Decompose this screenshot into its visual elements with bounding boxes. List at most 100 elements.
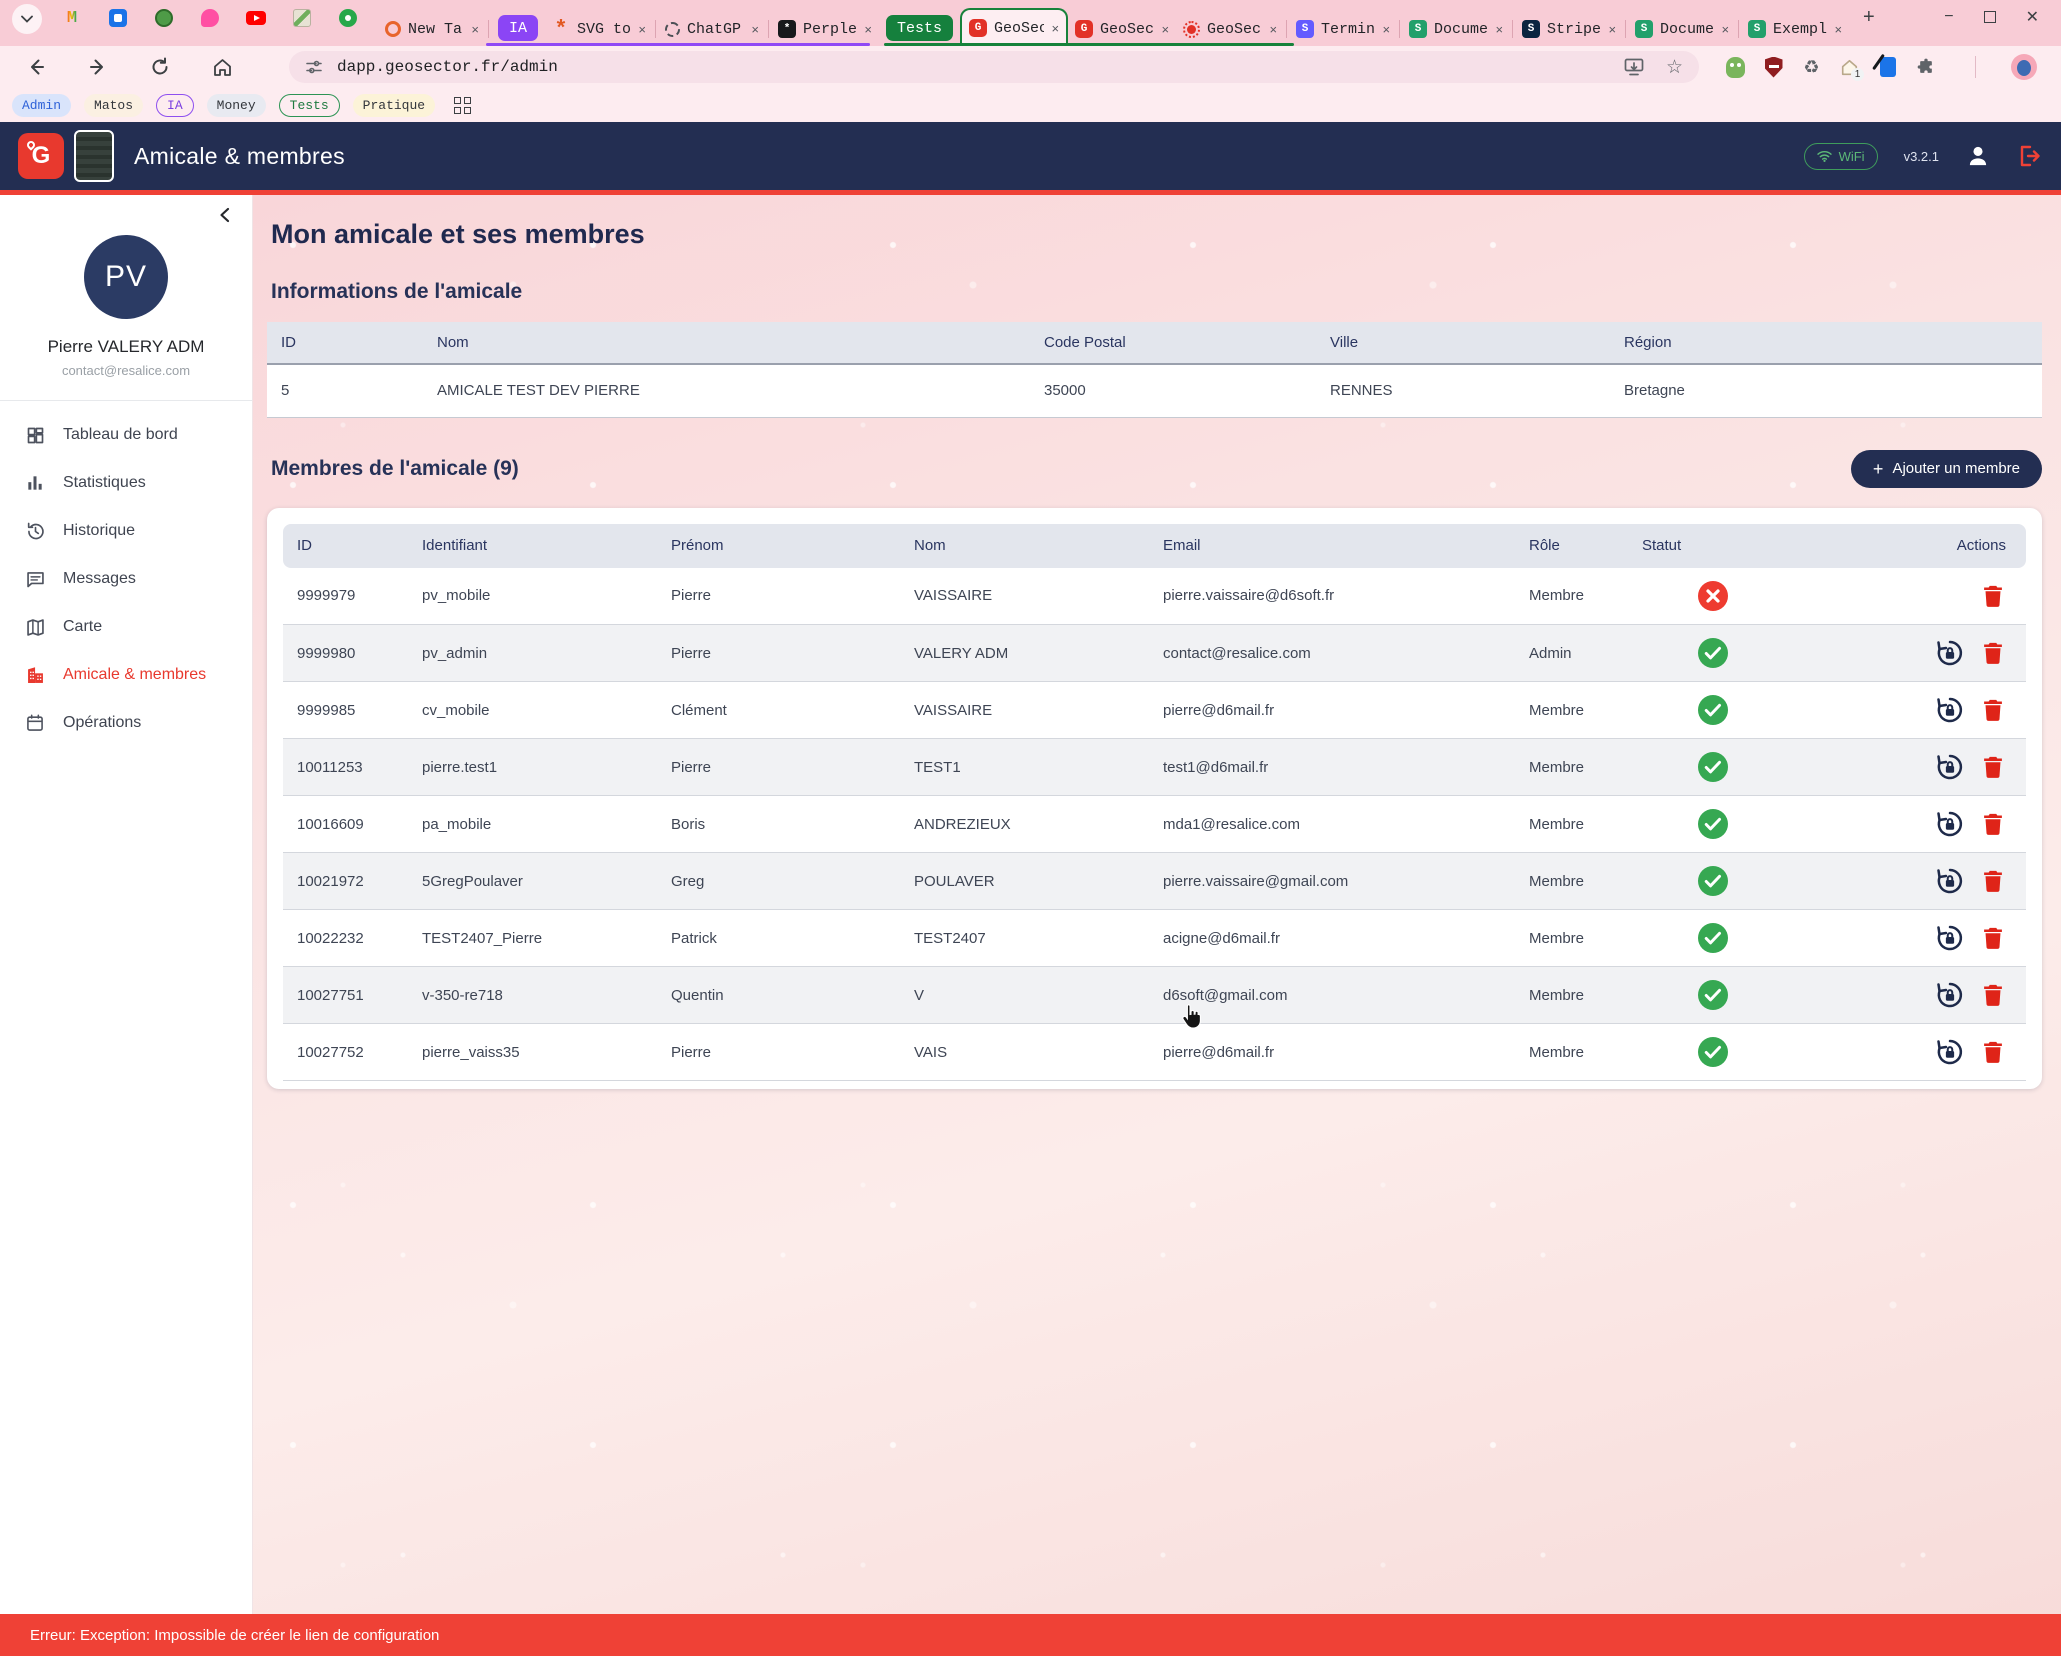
status-active-icon [1698,923,1728,953]
add-member-button[interactable]: + Ajouter un membre [1851,450,2042,488]
tab-close-icon[interactable]: × [471,22,479,37]
pen-extension-icon[interactable] [1877,57,1898,78]
browser-profile-avatar[interactable] [2011,54,2037,80]
tab-geosector-2[interactable]: G GeoSec × [1068,12,1176,46]
tab-documentation-2[interactable]: S Docume × [1628,12,1736,46]
avatar: PV [84,235,168,319]
bookmark-star-icon[interactable]: ☆ [1666,56,1683,79]
delete-member-button[interactable] [1980,640,2006,666]
minimize-button[interactable]: − [1944,8,1953,26]
maximize-button[interactable] [1984,11,1996,23]
tab-close-icon[interactable]: × [1161,22,1169,37]
delete-member-button[interactable] [1980,754,2006,780]
back-button[interactable] [26,57,46,77]
tab-close-icon[interactable]: × [864,22,872,37]
bookmark-money[interactable]: Money [207,94,266,117]
sidebar-collapse-icon[interactable] [219,207,230,223]
col-actions: Actions [1798,524,2026,568]
tab-close-icon[interactable]: × [1382,22,1390,37]
bookmark-matos[interactable]: Matos [84,94,143,117]
install-app-icon[interactable] [1624,58,1644,76]
bookmark-ia[interactable]: IA [156,94,194,117]
sidebar-item-historique[interactable]: Historique [0,507,252,555]
tab-group-ia[interactable]: IA [498,15,538,41]
reset-password-button[interactable] [1935,695,1965,725]
tab-close-icon[interactable]: × [638,22,646,37]
col-email: Email [1149,524,1515,568]
status-active-icon [1698,695,1728,725]
tab-svg-to[interactable]: * SVG to × [545,12,653,46]
nature-pinned-tab-icon[interactable] [154,8,174,28]
tab-terminal-docs[interactable]: S Termin × [1289,12,1397,46]
forward-button[interactable] [88,57,108,77]
ghostery-extension-icon[interactable] [1725,57,1746,78]
extensions-puzzle-icon[interactable] [1915,57,1936,78]
bookmark-pratique[interactable]: Pratique [353,94,435,117]
table-row: 10021972 5GregPoulaver Greg POULAVER pie… [283,853,2026,910]
bookmark-admin[interactable]: Admin [12,94,71,117]
tab-perplexity[interactable]: * Perple × [771,12,879,46]
reset-password-button[interactable] [1935,980,1965,1010]
reset-password-button[interactable] [1935,923,1965,953]
address-bar[interactable]: dapp.geosector.fr/admin ☆ [289,51,1699,83]
tab-documentation-1[interactable]: S Docume × [1402,12,1510,46]
tab-close-icon[interactable]: × [1834,22,1842,37]
tab-group-tests[interactable]: Tests [886,15,953,41]
site-settings-icon[interactable] [305,58,323,76]
sidebar-item-statistiques[interactable]: Statistiques [0,459,252,507]
delete-member-button[interactable] [1980,697,2006,723]
tab-close-icon[interactable]: × [1051,21,1059,36]
col-nom: Nom [900,524,1149,568]
tab-geosector-3[interactable]: GeoSec × [1176,12,1284,46]
youtube-pinned-tab-icon[interactable] [246,8,266,28]
s-blue-favicon: S [1296,20,1314,38]
reset-password-button[interactable] [1935,809,1965,839]
tab-exemple[interactable]: S Exempl × [1741,12,1849,46]
recycle-extension-icon[interactable]: ♻ [1801,57,1822,78]
bookmark-apps-grid-icon[interactable] [454,97,471,114]
delete-member-button[interactable] [1980,982,2006,1008]
design-pinned-tab-icon[interactable] [200,8,220,28]
table-row: 9999979 pv_mobile Pierre VAISSAIRE pierr… [283,568,2026,625]
delete-member-button[interactable] [1980,925,2006,951]
bookmark-tests[interactable]: Tests [279,94,340,117]
tab-close-icon[interactable]: × [751,22,759,37]
sidebar-item-operations[interactable]: Opérations [0,699,252,747]
delete-member-button[interactable] [1980,868,2006,894]
tab-stripe[interactable]: S Stripe × [1515,12,1623,46]
reload-button[interactable] [150,57,170,77]
tab-close-icon[interactable]: × [1495,22,1503,37]
sidebar-item-carte[interactable]: Carte [0,603,252,651]
status-active-icon [1698,1037,1728,1067]
sidebar-item-messages[interactable]: Messages [0,555,252,603]
delete-member-button[interactable] [1980,583,2006,609]
tab-new-tab[interactable]: New Ta × [378,12,486,46]
messenger-pinned-tab-icon[interactable] [338,8,358,28]
delete-member-button[interactable] [1980,1039,2006,1065]
new-tab-button[interactable]: + [1863,6,1875,29]
logout-icon[interactable] [2017,144,2043,168]
adblock-shield-extension-icon[interactable] [1763,57,1784,78]
sidebar-item-amicale-membres[interactable]: Amicale & membres [0,651,252,699]
window-close-button[interactable]: ✕ [2026,7,2039,27]
tab-close-icon[interactable]: × [1721,22,1729,37]
reset-password-button[interactable] [1935,752,1965,782]
url-text[interactable]: dapp.geosector.fr/admin [337,58,558,76]
gmail-pinned-tab-icon[interactable]: M [62,8,82,28]
tab-geosector-active[interactable]: G GeoSec × [960,8,1068,46]
home-button[interactable] [212,57,233,78]
sidebar-item-tableau-de-bord[interactable]: Tableau de bord [0,411,252,459]
tab-close-icon[interactable]: × [1608,22,1616,37]
user-account-icon[interactable] [1965,143,1991,169]
tab-close-icon[interactable]: × [1269,22,1277,37]
tab-search-chevron-icon[interactable] [12,4,42,34]
reset-password-button[interactable] [1935,866,1965,896]
calendar-pinned-tab-icon[interactable] [108,8,128,28]
reset-password-button[interactable] [1935,638,1965,668]
home-extension-icon[interactable]: 1 [1839,57,1860,78]
reset-password-button[interactable] [1935,1037,1965,1067]
map-pinned-tab-icon[interactable] [292,8,312,28]
bar-chart-icon [24,473,46,493]
delete-member-button[interactable] [1980,811,2006,837]
tab-chatgpt[interactable]: ChatGP × [658,12,766,46]
